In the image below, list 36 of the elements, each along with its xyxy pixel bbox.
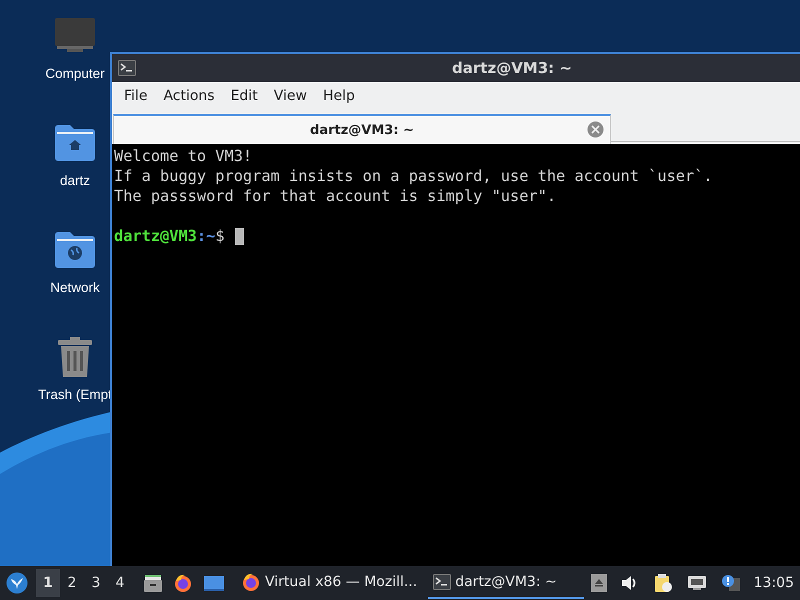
desktop-icon-label[interactable]: Network xyxy=(50,280,100,295)
file-cabinet-icon[interactable] xyxy=(143,573,163,593)
clock[interactable]: 13:05 xyxy=(754,575,794,591)
close-icon[interactable] xyxy=(587,121,604,138)
menu-item[interactable]: Actions xyxy=(155,88,223,104)
shell-prompt: dartz@VM3:~$ xyxy=(114,226,226,246)
terminal-line: The passsword for that account is simply "user". xyxy=(114,186,556,206)
desktop-icon[interactable] xyxy=(203,574,225,592)
start-menu-icon[interactable] xyxy=(6,572,28,594)
workspace-button[interactable]: 1 xyxy=(36,569,60,597)
desktop-icon-label[interactable]: Computer xyxy=(45,66,105,81)
network-icon[interactable] xyxy=(686,575,707,591)
terminal-icon[interactable] xyxy=(118,60,136,76)
workspace-button[interactable]: 2 xyxy=(60,569,84,597)
workspace-button[interactable]: 4 xyxy=(108,569,132,597)
clipboard-icon[interactable] xyxy=(652,573,673,593)
menu-item[interactable]: View xyxy=(266,88,315,104)
tab-label: dartz@VM3: ~ xyxy=(310,122,414,138)
taskbar-task[interactable]: dartz@VM3: ~ xyxy=(428,567,584,599)
trash-icon[interactable] xyxy=(56,335,94,379)
text-cursor xyxy=(234,228,244,244)
browser-icon[interactable] xyxy=(173,573,193,593)
terminal-tab[interactable]: dartz@VM3: ~ xyxy=(113,114,611,144)
taskbar-task[interactable]: Virtual x86 — Mozill... xyxy=(236,567,422,599)
browser-icon xyxy=(241,572,261,592)
terminal-line: Welcome to VM3! xyxy=(114,146,252,166)
menu-item[interactable]: Help xyxy=(314,88,363,104)
eject-icon[interactable] xyxy=(590,574,607,592)
workspace-button[interactable]: 3 xyxy=(84,569,108,597)
terminal-icon xyxy=(433,574,452,590)
menu-item[interactable]: Edit xyxy=(222,88,266,104)
notification-icon[interactable] xyxy=(720,574,741,592)
terminal-line: If a buggy program insists on a password, use the account `user`. xyxy=(114,166,713,186)
desktop-icon-label[interactable]: dartz xyxy=(60,173,90,188)
menu-item[interactable]: File xyxy=(116,88,156,104)
window-title: dartz@VM3: ~ xyxy=(452,59,572,77)
